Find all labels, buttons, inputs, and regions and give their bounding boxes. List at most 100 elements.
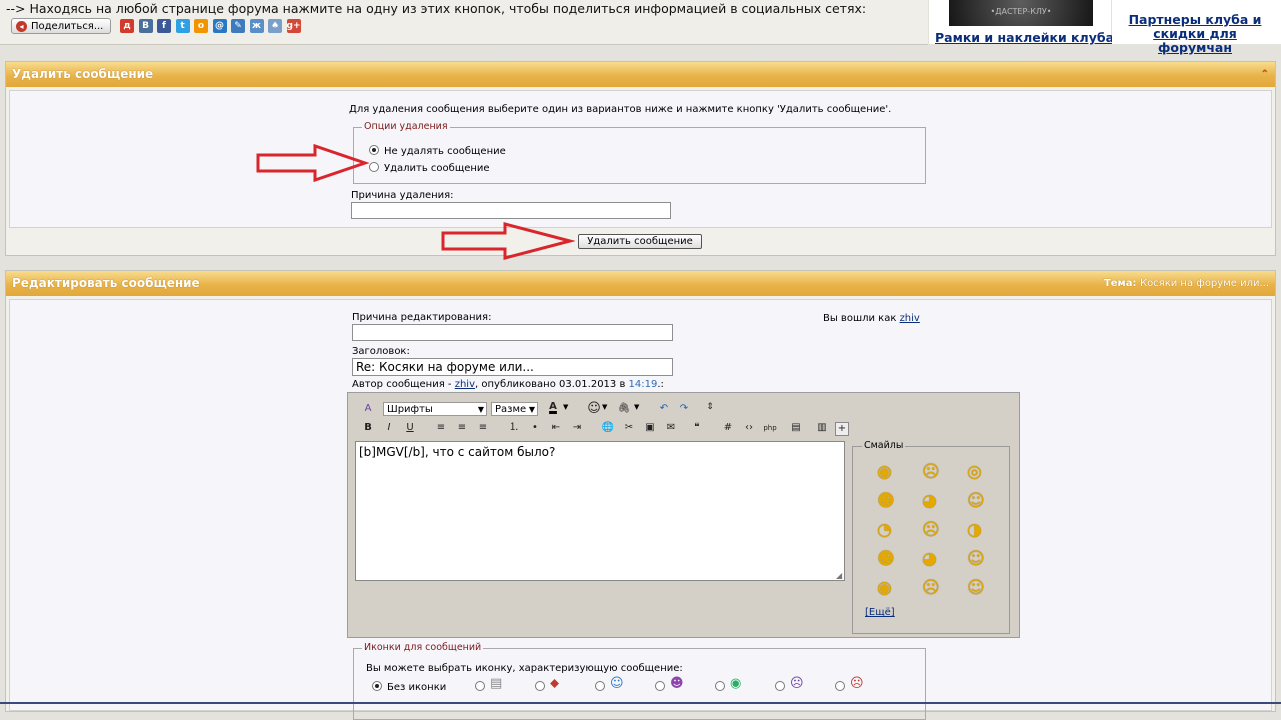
social-share-icon[interactable]: g+ xyxy=(286,19,301,33)
delete-reason-input[interactable] xyxy=(351,202,671,219)
unordered-list-icon[interactable]: • xyxy=(527,420,543,436)
insert-email-icon[interactable]: ✉ xyxy=(663,420,679,436)
delete-message-button[interactable]: Удалить сообщение xyxy=(578,234,702,249)
indent-icon[interactable]: ⇥ xyxy=(569,420,585,436)
font-select[interactable]: Шрифты ▼ xyxy=(383,402,487,416)
post-icon-option-icon: ▤ xyxy=(490,676,503,691)
resize-icon[interactable]: ⇕ xyxy=(702,399,718,415)
html-icon[interactable]: ▤ xyxy=(788,420,804,436)
align-right-icon[interactable]: ≡ xyxy=(475,420,491,436)
align-left-icon[interactable]: ≡ xyxy=(433,420,449,436)
author-link[interactable]: zhiv xyxy=(455,379,475,390)
smiley-icon[interactable]: ☺ xyxy=(967,491,989,511)
post-icons-fieldset: Иконки для сообщений Вы можете выбрать и… xyxy=(353,642,926,720)
social-share-icon[interactable]: В xyxy=(138,19,153,33)
edit-reason-input[interactable] xyxy=(352,324,673,341)
share-button[interactable]: ◂ Поделиться... xyxy=(11,18,111,34)
post-icon-radio[interactable] xyxy=(715,681,725,691)
chevron-down-icon[interactable]: ▼ xyxy=(563,403,568,411)
social-share-icon[interactable]: ж xyxy=(249,19,264,33)
insert-image-icon[interactable]: ▣ xyxy=(642,420,658,436)
smiley-icon[interactable]: ◕ xyxy=(922,549,944,569)
post-icon-option-icon: ◉ xyxy=(730,676,742,691)
delete-instruction: Для удаления сообщения выберите один из … xyxy=(349,104,892,115)
social-share-icon[interactable]: д xyxy=(120,19,134,33)
smiley-icon[interactable]: ◉ xyxy=(877,578,899,598)
social-share-icon[interactable]: ♠ xyxy=(268,19,282,33)
social-share-icon[interactable]: f xyxy=(157,19,171,33)
delete-message-label[interactable]: Удалить сообщение xyxy=(384,163,490,174)
spoiler-icon[interactable]: ▥ xyxy=(814,420,830,436)
post-icon-option-icon: ☻ xyxy=(670,676,684,691)
no-icon-radio[interactable] xyxy=(372,681,382,691)
post-icon-radio[interactable] xyxy=(835,681,845,691)
underline-icon[interactable]: U xyxy=(402,420,418,436)
insert-link-icon[interactable]: 🌐 xyxy=(600,420,616,436)
smiley-icon[interactable]: ◎ xyxy=(967,462,989,482)
chevron-down-icon: ▼ xyxy=(528,405,535,414)
ad-club-stickers[interactable]: •ДАСТЕР-КЛУ• Рамки и наклейки клуба! xyxy=(929,0,1120,45)
wysiwyg-toggle-icon[interactable]: A xyxy=(360,401,376,417)
code-icon[interactable]: ‹› xyxy=(741,420,757,436)
collapse-icon[interactable]: ⌃ xyxy=(1261,62,1269,87)
social-share-icon[interactable]: ✎ xyxy=(231,19,245,33)
message-textarea[interactable]: [b]MGV[/b], что с сайтом было? xyxy=(355,441,845,581)
redo-icon[interactable]: ↷ xyxy=(676,401,692,417)
php-icon[interactable]: php xyxy=(762,420,778,436)
logged-in-info: Вы вошли как zhiv xyxy=(823,313,920,324)
club-sticker-image[interactable]: •ДАСТЕР-КЛУ• xyxy=(949,0,1093,26)
smiley-icon[interactable]: ☹ xyxy=(922,462,944,482)
ordered-list-icon[interactable]: ⒈ xyxy=(506,420,522,436)
social-share-icon[interactable]: @ xyxy=(212,19,227,33)
italic-icon[interactable]: I xyxy=(381,420,397,436)
smiley-icon[interactable]: ☹ xyxy=(922,578,944,598)
delete-options-legend: Опции удаления xyxy=(362,121,450,132)
font-color-icon[interactable]: A xyxy=(545,399,561,415)
subject-input[interactable]: Re: Косяки на форуме или... xyxy=(352,358,673,376)
bold-icon[interactable]: B xyxy=(360,420,376,436)
smiley-icon[interactable]: ☺ xyxy=(967,549,989,569)
delete-message-radio[interactable] xyxy=(369,162,379,172)
social-share-icon[interactable]: о xyxy=(194,19,208,33)
resize-grip-icon[interactable]: ◢ xyxy=(836,571,842,580)
smiley-icon[interactable]: ◑ xyxy=(967,520,989,540)
hash-icon[interactable]: # xyxy=(720,420,736,436)
post-icons-legend: Иконки для сообщений xyxy=(362,642,484,653)
size-select[interactable]: Разме ▼ xyxy=(491,402,538,416)
undo-icon[interactable]: ↶ xyxy=(656,401,672,417)
smilies-legend: Смайлы xyxy=(862,440,906,451)
smiley-icon[interactable]: ☹ xyxy=(922,520,944,540)
post-icon-radio[interactable] xyxy=(475,681,485,691)
chevron-down-icon: ▼ xyxy=(477,405,484,414)
post-icon-radio[interactable] xyxy=(655,681,665,691)
smiley-icon[interactable]: ☺ xyxy=(967,578,989,598)
more-icon[interactable]: + xyxy=(835,422,849,436)
partners-link[interactable]: Партнеры клуба и скидки для форумчан xyxy=(1115,13,1275,55)
edit-panel-title: Редактировать сообщение xyxy=(12,276,200,290)
social-share-icon[interactable]: t xyxy=(175,19,190,33)
delete-message-panel: Удалить сообщение ⌃ Для удаления сообщен… xyxy=(5,61,1276,256)
post-icon-radio[interactable] xyxy=(535,681,545,691)
keep-message-label[interactable]: Не удалять сообщение xyxy=(384,146,506,157)
post-icon-radio[interactable] xyxy=(775,681,785,691)
smiley-menu-icon[interactable]: ☺ xyxy=(586,401,602,417)
smiley-icon[interactable]: ◔ xyxy=(877,520,899,540)
chevron-down-icon[interactable]: ▼ xyxy=(602,403,607,411)
keep-message-radio[interactable] xyxy=(369,145,379,155)
smiley-icon[interactable]: ☻ xyxy=(877,549,899,569)
logged-in-username[interactable]: zhiv xyxy=(900,313,920,324)
outdent-icon[interactable]: ⇤ xyxy=(548,420,564,436)
more-smilies-link[interactable]: [Ещё] xyxy=(865,607,895,618)
club-stickers-link[interactable]: Рамки и наклейки клуба! xyxy=(935,30,1120,45)
ad-partners[interactable]: Партнеры клуба и скидки для форумчан xyxy=(1112,0,1281,55)
no-icon-label[interactable]: Без иконки xyxy=(387,682,446,693)
remove-link-icon[interactable]: ✂ xyxy=(621,420,637,436)
smiley-icon[interactable]: ☻ xyxy=(877,491,899,511)
post-icon-radio[interactable] xyxy=(595,681,605,691)
align-center-icon[interactable]: ≡ xyxy=(454,420,470,436)
smiley-icon[interactable]: ◕ xyxy=(922,491,944,511)
chevron-down-icon[interactable]: ▼ xyxy=(634,403,639,411)
smiley-icon[interactable]: ◉ xyxy=(877,462,899,482)
attach-icon[interactable]: 🖇 xyxy=(616,401,632,417)
quote-icon[interactable]: ❝ xyxy=(689,420,705,436)
